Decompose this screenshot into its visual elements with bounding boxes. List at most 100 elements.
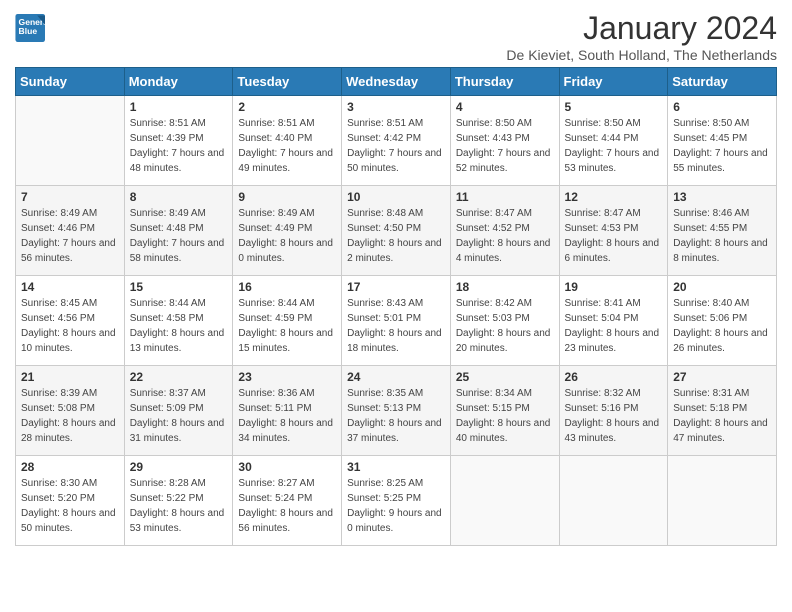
day-info: Sunrise: 8:44 AMSunset: 4:59 PMDaylight:… (238, 296, 336, 356)
day-number: 1 (130, 100, 228, 114)
calendar-cell: 18 Sunrise: 8:42 AMSunset: 5:03 PMDayligh… (450, 276, 559, 366)
calendar-week-row: 1Sunrise: 8:51 AMSunset: 4:39 PMDaylight… (16, 96, 777, 186)
day-number: 4 (456, 100, 554, 114)
calendar-week-row: 28 Sunrise: 8:30 AMSunset: 5:20 PMDayligh… (16, 456, 777, 546)
svg-text:Blue: Blue (19, 26, 38, 36)
day-info: Sunrise: 8:51 AMSunset: 4:40 PMDaylight:… (238, 116, 336, 176)
day-number: 26 (565, 370, 663, 384)
day-number: 21 (21, 370, 119, 384)
weekday-header-row: SundayMondayTuesdayWednesdayThursdayFrid… (16, 68, 777, 96)
calendar-cell: 22Sunrise: 8:37 AMSunset: 5:09 PMDayligh… (124, 366, 233, 456)
logo-icon: General Blue (15, 14, 47, 42)
calendar-cell: 20 Sunrise: 8:40 AMSunset: 5:06 PMDayligh… (668, 276, 777, 366)
calendar-cell: 10 Sunrise: 8:48 AMSunset: 4:50 PMDayligh… (342, 186, 451, 276)
calendar-cell: 23 Sunrise: 8:36 AMSunset: 5:11 PMDayligh… (233, 366, 342, 456)
day-number: 3 (347, 100, 445, 114)
weekday-header-monday: Monday (124, 68, 233, 96)
weekday-header-saturday: Saturday (668, 68, 777, 96)
month-title: January 2024 (506, 10, 777, 47)
calendar-cell: 7 Sunrise: 8:49 AMSunset: 4:46 PMDaylight… (16, 186, 125, 276)
day-info: Sunrise: 8:42 AMSunset: 5:03 PMDaylight:… (456, 296, 554, 356)
day-number: 25 (456, 370, 554, 384)
day-info: Sunrise: 8:45 AMSunset: 4:56 PMDaylight:… (21, 296, 119, 356)
day-number: 14 (21, 280, 119, 294)
day-info: Sunrise: 8:49 AMSunset: 4:48 PMDaylight:… (130, 206, 228, 266)
day-info: Sunrise: 8:49 AMSunset: 4:46 PMDaylight:… (21, 206, 119, 266)
day-number: 9 (238, 190, 336, 204)
day-info: Sunrise: 8:31 AMSunset: 5:18 PMDaylight:… (673, 386, 771, 446)
day-number: 17 (347, 280, 445, 294)
title-block: January 2024 De Kieviet, South Holland, … (506, 10, 777, 63)
day-info: Sunrise: 8:48 AMSunset: 4:50 PMDaylight:… (347, 206, 445, 266)
calendar-cell: 14 Sunrise: 8:45 AMSunset: 4:56 PMDayligh… (16, 276, 125, 366)
day-number: 31 (347, 460, 445, 474)
calendar-cell: 28 Sunrise: 8:30 AMSunset: 5:20 PMDayligh… (16, 456, 125, 546)
day-number: 22 (130, 370, 228, 384)
day-number: 8 (130, 190, 228, 204)
day-number: 20 (673, 280, 771, 294)
day-number: 30 (238, 460, 336, 474)
page-header: General Blue January 2024 De Kieviet, So… (15, 10, 777, 63)
location-title: De Kieviet, South Holland, The Netherlan… (506, 47, 777, 63)
calendar-cell: 26Sunrise: 8:32 AMSunset: 5:16 PMDayligh… (559, 366, 668, 456)
day-number: 13 (673, 190, 771, 204)
calendar-cell: 3 Sunrise: 8:51 AMSunset: 4:42 PMDaylight… (342, 96, 451, 186)
day-info: Sunrise: 8:40 AMSunset: 5:06 PMDaylight:… (673, 296, 771, 356)
calendar-cell: 1Sunrise: 8:51 AMSunset: 4:39 PMDaylight… (124, 96, 233, 186)
weekday-header-tuesday: Tuesday (233, 68, 342, 96)
day-info: Sunrise: 8:28 AMSunset: 5:22 PMDaylight:… (130, 476, 228, 536)
calendar-cell: 19 Sunrise: 8:41 AMSunset: 5:04 PMDayligh… (559, 276, 668, 366)
calendar-cell: 27Sunrise: 8:31 AMSunset: 5:18 PMDayligh… (668, 366, 777, 456)
calendar-cell: 21Sunrise: 8:39 AMSunset: 5:08 PMDayligh… (16, 366, 125, 456)
day-info: Sunrise: 8:51 AMSunset: 4:42 PMDaylight:… (347, 116, 445, 176)
day-info: Sunrise: 8:46 AMSunset: 4:55 PMDaylight:… (673, 206, 771, 266)
calendar-cell (450, 456, 559, 546)
calendar-cell: 12Sunrise: 8:47 AMSunset: 4:53 PMDayligh… (559, 186, 668, 276)
day-number: 10 (347, 190, 445, 204)
weekday-header-wednesday: Wednesday (342, 68, 451, 96)
calendar-week-row: 14 Sunrise: 8:45 AMSunset: 4:56 PMDayligh… (16, 276, 777, 366)
day-info: Sunrise: 8:34 AMSunset: 5:15 PMDaylight:… (456, 386, 554, 446)
weekday-header-sunday: Sunday (16, 68, 125, 96)
calendar-cell: 4 Sunrise: 8:50 AMSunset: 4:43 PMDaylight… (450, 96, 559, 186)
calendar-week-row: 7 Sunrise: 8:49 AMSunset: 4:46 PMDaylight… (16, 186, 777, 276)
day-info: Sunrise: 8:30 AMSunset: 5:20 PMDaylight:… (21, 476, 119, 536)
day-number: 29 (130, 460, 228, 474)
calendar-week-row: 21Sunrise: 8:39 AMSunset: 5:08 PMDayligh… (16, 366, 777, 456)
day-info: Sunrise: 8:25 AMSunset: 5:25 PMDaylight:… (347, 476, 445, 536)
calendar-cell: 17Sunrise: 8:43 AMSunset: 5:01 PMDayligh… (342, 276, 451, 366)
day-info: Sunrise: 8:36 AMSunset: 5:11 PMDaylight:… (238, 386, 336, 446)
day-info: Sunrise: 8:49 AMSunset: 4:49 PMDaylight:… (238, 206, 336, 266)
day-number: 28 (21, 460, 119, 474)
day-number: 2 (238, 100, 336, 114)
day-info: Sunrise: 8:47 AMSunset: 4:53 PMDaylight:… (565, 206, 663, 266)
calendar-cell: 9 Sunrise: 8:49 AMSunset: 4:49 PMDaylight… (233, 186, 342, 276)
day-number: 11 (456, 190, 554, 204)
day-number: 15 (130, 280, 228, 294)
calendar-cell: 2 Sunrise: 8:51 AMSunset: 4:40 PMDaylight… (233, 96, 342, 186)
calendar-cell: 13 Sunrise: 8:46 AMSunset: 4:55 PMDayligh… (668, 186, 777, 276)
day-info: Sunrise: 8:50 AMSunset: 4:43 PMDaylight:… (456, 116, 554, 176)
day-info: Sunrise: 8:41 AMSunset: 5:04 PMDaylight:… (565, 296, 663, 356)
calendar-cell: 5Sunrise: 8:50 AMSunset: 4:44 PMDaylight… (559, 96, 668, 186)
calendar-cell: 16Sunrise: 8:44 AMSunset: 4:59 PMDayligh… (233, 276, 342, 366)
logo: General Blue (15, 14, 47, 42)
calendar-cell: 30Sunrise: 8:27 AMSunset: 5:24 PMDayligh… (233, 456, 342, 546)
calendar-cell: 29 Sunrise: 8:28 AMSunset: 5:22 PMDayligh… (124, 456, 233, 546)
calendar-cell: 25 Sunrise: 8:34 AMSunset: 5:15 PMDayligh… (450, 366, 559, 456)
calendar-table: SundayMondayTuesdayWednesdayThursdayFrid… (15, 67, 777, 546)
day-number: 6 (673, 100, 771, 114)
day-info: Sunrise: 8:44 AMSunset: 4:58 PMDaylight:… (130, 296, 228, 356)
calendar-cell (559, 456, 668, 546)
day-info: Sunrise: 8:47 AMSunset: 4:52 PMDaylight:… (456, 206, 554, 266)
calendar-cell (668, 456, 777, 546)
day-number: 19 (565, 280, 663, 294)
calendar-cell: 24Sunrise: 8:35 AMSunset: 5:13 PMDayligh… (342, 366, 451, 456)
calendar-cell (16, 96, 125, 186)
calendar-cell: 31 Sunrise: 8:25 AMSunset: 5:25 PMDayligh… (342, 456, 451, 546)
day-number: 18 (456, 280, 554, 294)
day-number: 7 (21, 190, 119, 204)
day-number: 23 (238, 370, 336, 384)
weekday-header-friday: Friday (559, 68, 668, 96)
day-info: Sunrise: 8:35 AMSunset: 5:13 PMDaylight:… (347, 386, 445, 446)
